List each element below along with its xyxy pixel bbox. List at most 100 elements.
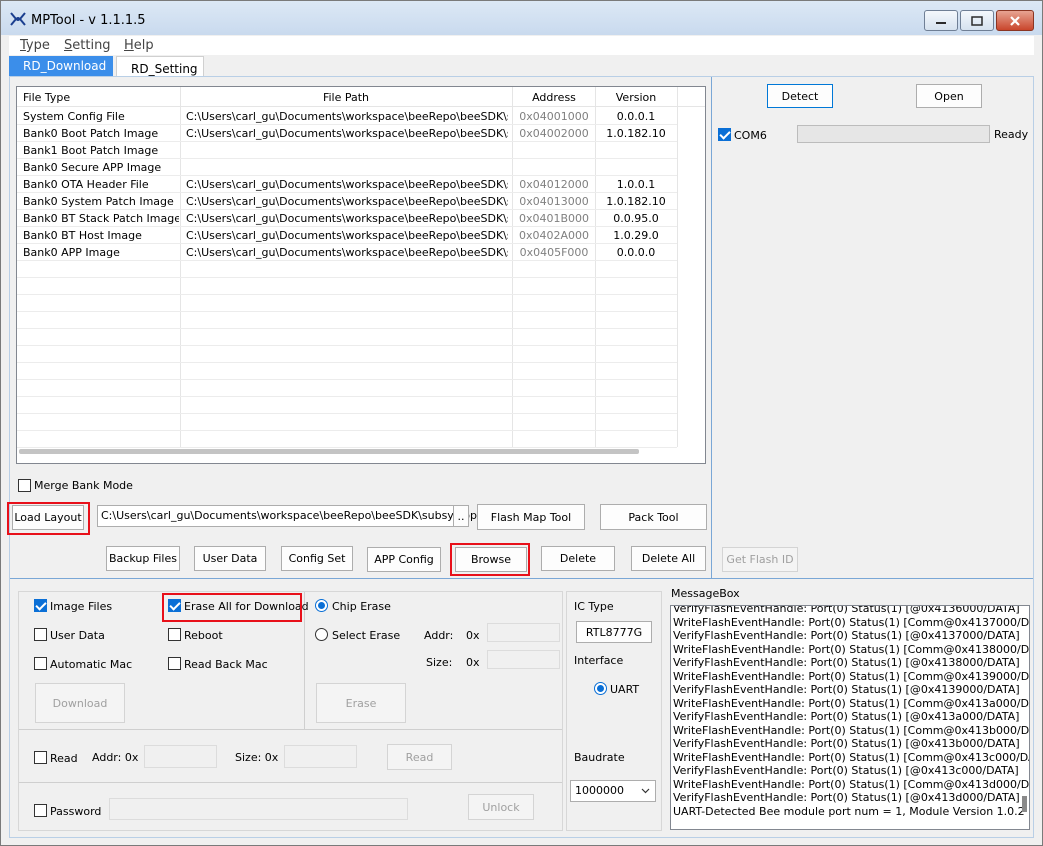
- message-line: WriteFlashEventHandle: Port(0) Status(1)…: [673, 696, 1030, 710]
- column-header-file-type[interactable]: File Type: [23, 89, 70, 106]
- column-header-address[interactable]: Address: [513, 89, 595, 106]
- row-divider: [17, 396, 677, 397]
- message-line: VerifyFlashEventHandle: Port(0) Status(1…: [673, 710, 1020, 723]
- open-button[interactable]: Open: [916, 84, 982, 108]
- delete-all-button[interactable]: Delete All: [631, 546, 706, 571]
- row-divider: [17, 277, 677, 278]
- read-addr-input[interactable]: [144, 745, 217, 768]
- cell-file-type: Bank0 BT Stack Patch Image: [23, 212, 179, 225]
- chip-erase-radio[interactable]: [315, 599, 328, 612]
- minimize-button[interactable]: [924, 10, 958, 31]
- backup-files-button[interactable]: Backup Files: [106, 546, 180, 571]
- reboot-checkbox[interactable]: [168, 628, 181, 641]
- message-line: WriteFlashEventHandle: Port(0) Status(1)…: [673, 777, 1030, 791]
- column-divider: [677, 87, 678, 447]
- message-line: WriteFlashEventHandle: Port(0) Status(1)…: [673, 615, 1030, 629]
- column-header-file-path[interactable]: File Path: [181, 89, 511, 106]
- get-flash-id-button[interactable]: Get Flash ID: [722, 547, 798, 572]
- password-input[interactable]: [109, 798, 408, 820]
- com-port-checkbox[interactable]: [718, 128, 731, 141]
- message-line: VerifyFlashEventHandle: Port(0) Status(1…: [673, 683, 1020, 696]
- baudrate-select[interactable]: 1000000: [570, 780, 656, 802]
- file-table[interactable]: File Type File Path Address Version Syst…: [16, 86, 706, 464]
- layout-browse-button[interactable]: ..: [453, 505, 469, 527]
- password-checkbox[interactable]: [34, 804, 47, 817]
- menu-type[interactable]: Type: [20, 38, 50, 53]
- image-files-checkbox[interactable]: [34, 599, 47, 612]
- message-line: VerifyFlashEventHandle: Port(0) Status(1…: [673, 764, 1019, 777]
- title-bar: MPTool - v 1.1.1.5: [1, 1, 1042, 35]
- cell-address: [513, 142, 595, 159]
- password-label: Password: [50, 805, 102, 818]
- cell-version: 0.0.0.0: [616, 246, 656, 259]
- tab-rd-download[interactable]: RD_Download: [9, 56, 113, 77]
- column-header-version[interactable]: Version: [596, 89, 676, 106]
- read-addr-label: Addr: 0x: [92, 751, 139, 764]
- cell-file-path: C:\Users\carl_gu\Documents\workspace\bee…: [186, 246, 508, 259]
- read-back-mac-checkbox[interactable]: [168, 657, 181, 670]
- cell-address: 0x0401B000: [518, 212, 590, 225]
- detect-button[interactable]: Detect: [767, 84, 833, 108]
- reboot-label: Reboot: [184, 629, 223, 642]
- erase-button[interactable]: Erase: [316, 683, 406, 723]
- menu-help[interactable]: Help: [124, 38, 154, 53]
- layout-path-field[interactable]: C:\Users\carl_gu\Documents\workspace\bee…: [97, 505, 495, 527]
- app-window: MPTool - v 1.1.1.5 Type Setting Help RD_…: [0, 0, 1043, 846]
- menu-setting[interactable]: Setting: [64, 38, 111, 53]
- cell-file-path: C:\Users\carl_gu\Documents\workspace\bee…: [186, 212, 508, 225]
- cell-version: 1.0.0.1: [616, 178, 656, 191]
- row-divider: [17, 447, 677, 448]
- pack-tool-button[interactable]: Pack Tool: [600, 504, 707, 530]
- browse-button[interactable]: Browse: [455, 547, 527, 572]
- cell-address: 0x04002000: [519, 127, 589, 140]
- close-button[interactable]: [996, 10, 1034, 31]
- read-size-label: Size: 0x: [235, 751, 279, 764]
- cell-version: [596, 159, 676, 176]
- config-set-button[interactable]: Config Set: [281, 546, 353, 571]
- cell-file-type: Bank0 APP Image: [23, 246, 120, 259]
- message-line: WriteFlashEventHandle: Port(0) Status(1)…: [673, 669, 1030, 683]
- read-checkbox[interactable]: [34, 751, 47, 764]
- message-line: VerifyFlashEventHandle: Port(0) Status(1…: [673, 605, 1020, 615]
- unlock-button[interactable]: Unlock: [468, 794, 534, 820]
- cell-file-type: Bank0 Boot Patch Image: [23, 127, 159, 140]
- app-config-button[interactable]: APP Config: [367, 547, 441, 572]
- erase-size-input[interactable]: [487, 650, 560, 669]
- read-button[interactable]: Read: [387, 744, 452, 770]
- erase-addr-input[interactable]: [487, 623, 560, 642]
- erase-addr-label: Addr:: [424, 629, 454, 642]
- tab-strip: RD_Download RD_Setting: [9, 56, 1034, 77]
- download-button[interactable]: Download: [35, 683, 125, 723]
- flash-map-tool-button[interactable]: Flash Map Tool: [477, 504, 585, 530]
- cell-file-path: C:\Users\carl_gu\Documents\workspace\bee…: [186, 110, 508, 123]
- select-erase-label: Select Erase: [332, 629, 401, 642]
- vertical-scrollbar-thumb[interactable]: [1022, 796, 1027, 812]
- erase-size-prefix: 0x: [466, 656, 480, 669]
- window-title: MPTool - v 1.1.1.5: [31, 13, 146, 28]
- cell-file-type: Bank0 Secure APP Image: [23, 161, 162, 174]
- uart-radio[interactable]: [594, 682, 607, 695]
- select-erase-radio[interactable]: [315, 628, 328, 641]
- load-layout-button[interactable]: Load Layout: [12, 505, 84, 530]
- tab-rd-setting[interactable]: RD_Setting: [116, 56, 204, 77]
- cell-address: 0x0402A000: [518, 229, 590, 242]
- ic-type-button[interactable]: RTL8777G: [576, 621, 652, 643]
- delete-button[interactable]: Delete: [541, 546, 615, 571]
- erase-all-checkbox[interactable]: [168, 599, 181, 612]
- cell-file-type: Bank0 BT Host Image: [23, 229, 142, 242]
- message-line: WriteFlashEventHandle: Port(0) Status(1)…: [673, 723, 1030, 737]
- message-log[interactable]: VerifyFlashEventHandle: Port(0) Status(1…: [670, 605, 1030, 830]
- user-data-checkbox[interactable]: [34, 628, 47, 641]
- cell-file-type: Bank0 OTA Header File: [23, 178, 149, 191]
- maximize-button[interactable]: [960, 10, 994, 31]
- read-size-input[interactable]: [284, 745, 357, 768]
- cell-address: 0x04001000: [519, 110, 589, 123]
- cell-file-path: [186, 159, 508, 176]
- merge-bank-checkbox[interactable]: [18, 479, 31, 492]
- cell-version: 0.0.95.0: [613, 212, 659, 225]
- group-divider: [19, 782, 562, 783]
- automatic-mac-checkbox[interactable]: [34, 657, 47, 670]
- user-data-button[interactable]: User Data: [194, 546, 266, 571]
- app-logo-icon: [10, 12, 26, 26]
- horizontal-scrollbar[interactable]: [19, 449, 639, 454]
